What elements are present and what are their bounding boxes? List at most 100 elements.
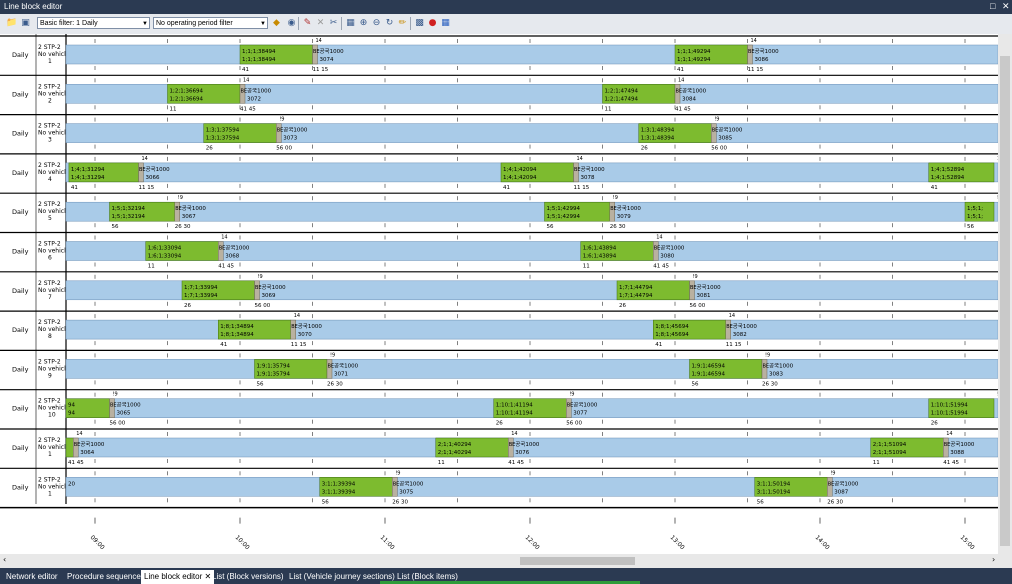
toolbar: 📁 ▣ Basic filter: 1 Daily ▼ No operating … xyxy=(0,14,1012,35)
basic-filter-select[interactable]: Basic filter: 1 Daily ▼ xyxy=(37,17,150,29)
delete-icon[interactable]: ✕ xyxy=(315,17,326,29)
row-daytype: Daily xyxy=(12,405,29,413)
tab-line-block-editor[interactable]: Line block editor ✕ xyxy=(141,570,215,584)
toolbar-separator xyxy=(341,17,342,30)
trip-label-top: 1;10;1;41194 xyxy=(496,403,534,409)
zoom-fit-icon[interactable]: ▦ xyxy=(345,17,356,29)
row-line: 2 STP-2 xyxy=(38,123,61,130)
trip-label-bottom: 1;7;1;44794 xyxy=(619,293,653,299)
departure-minutes: 56 xyxy=(757,499,764,505)
arrival-minutes: 26 30 xyxy=(175,224,191,230)
gantt-svg: Daily2 STP-2No vehicl11;1;1;384941;1;1;3… xyxy=(0,34,1003,551)
journey-label: 3088 xyxy=(950,450,964,456)
trip-label-top: 1;5;1; xyxy=(967,206,983,212)
departure-minutes: 41 xyxy=(242,67,249,73)
basic-filter-value: Basic filter: 1 Daily xyxy=(40,20,98,27)
route-label: 공국1000 xyxy=(755,48,780,55)
stop-marker: 14 xyxy=(678,77,684,83)
route-label: 공국1000 xyxy=(117,402,142,409)
binoculars-icon[interactable]: ◉ xyxy=(286,17,297,29)
row-vehicle-number: 1 xyxy=(48,58,52,65)
stop-marker: !9 xyxy=(330,352,335,358)
trip-label-top: 1;9;1;46594 xyxy=(692,363,726,369)
restore-icon[interactable]: □ xyxy=(990,1,995,11)
scroll-right-icon[interactable]: › xyxy=(992,555,995,564)
row-vehicle: No vehicl xyxy=(38,208,66,215)
trip-label-top: 3;1;1;39394 xyxy=(322,481,356,487)
trip-label-top: 20 xyxy=(68,481,75,487)
departure-minutes: 26 xyxy=(931,421,938,427)
departure-minutes: 26 xyxy=(206,146,213,152)
stop-marker: 14 xyxy=(316,38,322,44)
tab-network-editor[interactable]: Network editor xyxy=(6,570,58,584)
toolbar-separator xyxy=(410,17,411,30)
row-line: 2 STP-2 xyxy=(38,319,61,326)
zoom-in-icon[interactable]: ⊕ xyxy=(358,17,369,29)
vertical-scrollbar[interactable] xyxy=(998,34,1012,554)
save-icon[interactable]: ▣ xyxy=(20,17,31,29)
vertical-scroll-thumb[interactable] xyxy=(1000,56,1010,546)
tab-list-vehicle-journey-sections[interactable]: List (Vehicle journey sections) xyxy=(289,570,395,584)
trip-label-bottom: 1;8;1;45694 xyxy=(655,332,689,338)
grid-icon[interactable]: ▩ xyxy=(414,17,425,29)
filter-icon[interactable]: ◆ xyxy=(271,17,282,29)
stop-marker: !9 xyxy=(395,470,400,476)
trip-label-top: 1;8;1;34894 xyxy=(220,324,254,330)
arrival-minutes: 56 00 xyxy=(276,146,292,152)
window-title: Line block editor xyxy=(4,2,63,11)
journey-label: 3081 xyxy=(697,293,711,299)
departure-minutes: 41 xyxy=(503,185,510,191)
settings-icon[interactable]: ▦ xyxy=(440,17,451,29)
trip-label-bottom: 1;10;1;51994 xyxy=(931,411,969,417)
trip-label-top: 2;1;1;51094 xyxy=(873,442,907,448)
stop-icon[interactable]: ● xyxy=(427,17,438,29)
trip-label-top: 1;10;1;51994 xyxy=(931,403,969,409)
row-daytype: Daily xyxy=(12,365,29,373)
row-vehicle: No vehicl xyxy=(38,51,66,58)
tab-procedure-sequence[interactable]: Procedure sequence xyxy=(67,570,141,584)
route-label: 공국1000 xyxy=(718,127,743,134)
folder-icon[interactable]: 📁 xyxy=(6,17,17,29)
close-icon[interactable]: ✕ xyxy=(1002,1,1010,12)
route-label: 공국1000 xyxy=(80,441,105,448)
row-vehicle-number: 3 xyxy=(48,137,52,144)
trip-label-bottom: 1;9;1;46594 xyxy=(692,371,726,377)
axis-tick-label: 11:00 xyxy=(379,534,396,551)
route-label: 공국1000 xyxy=(298,323,323,330)
journey-label: 3074 xyxy=(320,57,334,63)
trip-label-top: 1;4;1;42094 xyxy=(503,167,537,173)
tab-list-block-versions[interactable]: List (Block versions) xyxy=(212,570,284,584)
trip-label-bottom: 1;10;1;41194 xyxy=(496,411,534,417)
horizontal-scroll-thumb[interactable] xyxy=(520,557,635,565)
horizontal-scrollbar[interactable]: ‹ › xyxy=(0,554,1012,568)
arrival-minutes: 11 15 xyxy=(574,185,590,191)
arrival-minutes: 41 45 xyxy=(508,460,524,466)
trip-label-top: 3;1;1;50194 xyxy=(757,481,791,487)
trip-label-top: 1;1;1;49294 xyxy=(677,49,711,55)
zoom-out-icon[interactable]: ⊖ xyxy=(371,17,382,29)
line-block-chart[interactable]: Daily 2 STP-2 No vehicl 1 1;1;1;38494 1;1;1;3… xyxy=(0,34,1003,554)
operating-period-select[interactable]: No operating period filter ▼ xyxy=(153,17,268,29)
row-vehicle-number: 10 xyxy=(48,412,56,419)
departure-minutes: 41 xyxy=(220,342,227,348)
row-daytype: Daily xyxy=(12,287,29,295)
departure-minutes: 26 xyxy=(184,303,191,309)
pencil-icon[interactable]: ✏ xyxy=(397,17,408,29)
journey-label: 3083 xyxy=(769,371,783,377)
departure-minutes: 26 xyxy=(619,303,626,309)
edit-icon[interactable]: ✎ xyxy=(302,17,313,29)
scroll-left-icon[interactable]: ‹ xyxy=(3,555,6,564)
route-label: 공국1000 xyxy=(399,480,424,487)
journey-label: 3082 xyxy=(733,332,747,338)
row-line: 2 STP-2 xyxy=(38,241,61,248)
stop-marker: !9 xyxy=(279,117,284,123)
refresh-icon[interactable]: ↻ xyxy=(384,17,395,29)
arrival-minutes: 26 30 xyxy=(762,381,778,387)
cut-icon[interactable]: ✂ xyxy=(328,17,339,29)
departure-minutes: 56 xyxy=(547,224,554,230)
departure-minutes: 11 xyxy=(170,106,177,112)
close-tab-icon[interactable]: ✕ xyxy=(205,572,212,581)
trip-label-top: 1;7;1;33994 xyxy=(184,285,218,291)
trip-label-bottom: 94 xyxy=(68,411,75,417)
arrival-minutes: 11 15 xyxy=(291,342,307,348)
